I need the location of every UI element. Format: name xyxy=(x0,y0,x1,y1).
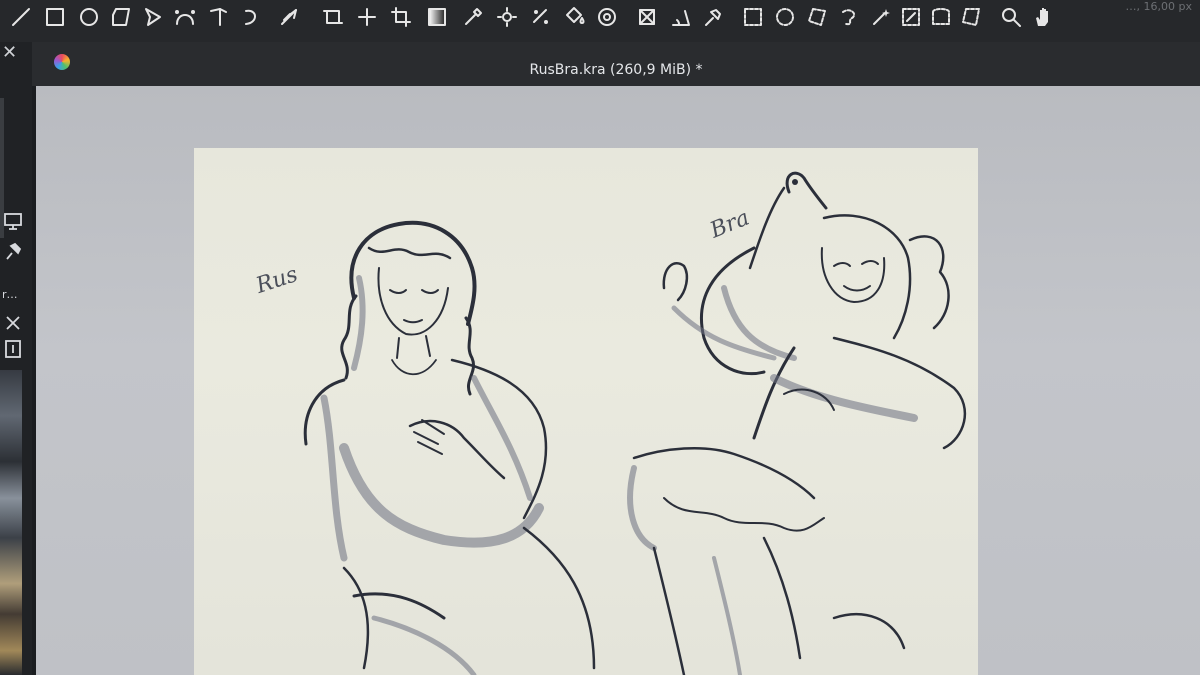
float-panel-icon[interactable] xyxy=(2,338,24,360)
color-picker-icon[interactable] xyxy=(460,4,486,30)
transform-icon[interactable] xyxy=(388,4,414,30)
rectangle-icon[interactable] xyxy=(42,4,68,30)
dynamic-brush-icon[interactable] xyxy=(240,4,266,30)
rect-select-icon[interactable] xyxy=(740,4,766,30)
fill-icon[interactable] xyxy=(562,4,588,30)
left-docker: ✕ r… xyxy=(0,42,32,675)
pin-icon[interactable] xyxy=(2,240,24,262)
magnetic-select-icon[interactable] xyxy=(958,4,984,30)
freehand-line-icon[interactable] xyxy=(8,4,34,30)
enclose-fill-icon[interactable] xyxy=(594,4,620,30)
freehand-select-icon[interactable] xyxy=(836,4,862,30)
tool-options-toolbar: …, 16,00 px xyxy=(0,0,1200,42)
move-icon[interactable] xyxy=(354,4,380,30)
magic-wand-icon[interactable] xyxy=(868,4,894,30)
multibrush-icon[interactable] xyxy=(276,4,302,30)
document-title: RusBra.kra (260,9 MiB) * xyxy=(529,62,703,78)
bezier-select-icon[interactable] xyxy=(928,4,954,30)
ellipse-select-icon[interactable] xyxy=(772,4,798,30)
docker-truncated-label: r… xyxy=(2,288,18,301)
pan-icon[interactable] xyxy=(1030,4,1056,30)
polyline-icon[interactable] xyxy=(140,4,166,30)
drawing-canvas[interactable]: Rus Bra xyxy=(194,148,978,675)
reference-icon[interactable] xyxy=(700,4,726,30)
polygon-icon[interactable] xyxy=(108,4,134,30)
panel-close-icon[interactable] xyxy=(2,312,24,334)
crop-icon[interactable] xyxy=(320,4,346,30)
sketch-artwork xyxy=(303,171,967,675)
measure-icon[interactable] xyxy=(668,4,694,30)
document-tab-bar: RusBra.kra (260,9 MiB) * xyxy=(32,42,1200,86)
smart-patch-icon[interactable] xyxy=(528,4,554,30)
ellipse-icon[interactable] xyxy=(76,4,102,30)
bezier-icon[interactable] xyxy=(172,4,198,30)
similar-select-icon[interactable] xyxy=(898,4,924,30)
gradient-icon[interactable] xyxy=(424,4,450,30)
assistant-icon[interactable] xyxy=(634,4,660,30)
brush-size-readout: …, 16,00 px xyxy=(1125,0,1192,13)
colorize-mask-icon[interactable] xyxy=(494,4,520,30)
freehand-path-icon[interactable] xyxy=(206,4,232,30)
docker-close-icon[interactable]: ✕ xyxy=(2,42,17,63)
right-figure-sketch xyxy=(627,171,967,675)
polygon-select-icon[interactable] xyxy=(804,4,830,30)
monitor-icon[interactable] xyxy=(2,210,24,232)
zoom-icon[interactable] xyxy=(998,4,1024,30)
left-figure-sketch xyxy=(303,220,596,675)
brush-presets-strip[interactable] xyxy=(0,370,22,675)
canvas-area[interactable]: Rus Bra xyxy=(36,86,1200,675)
